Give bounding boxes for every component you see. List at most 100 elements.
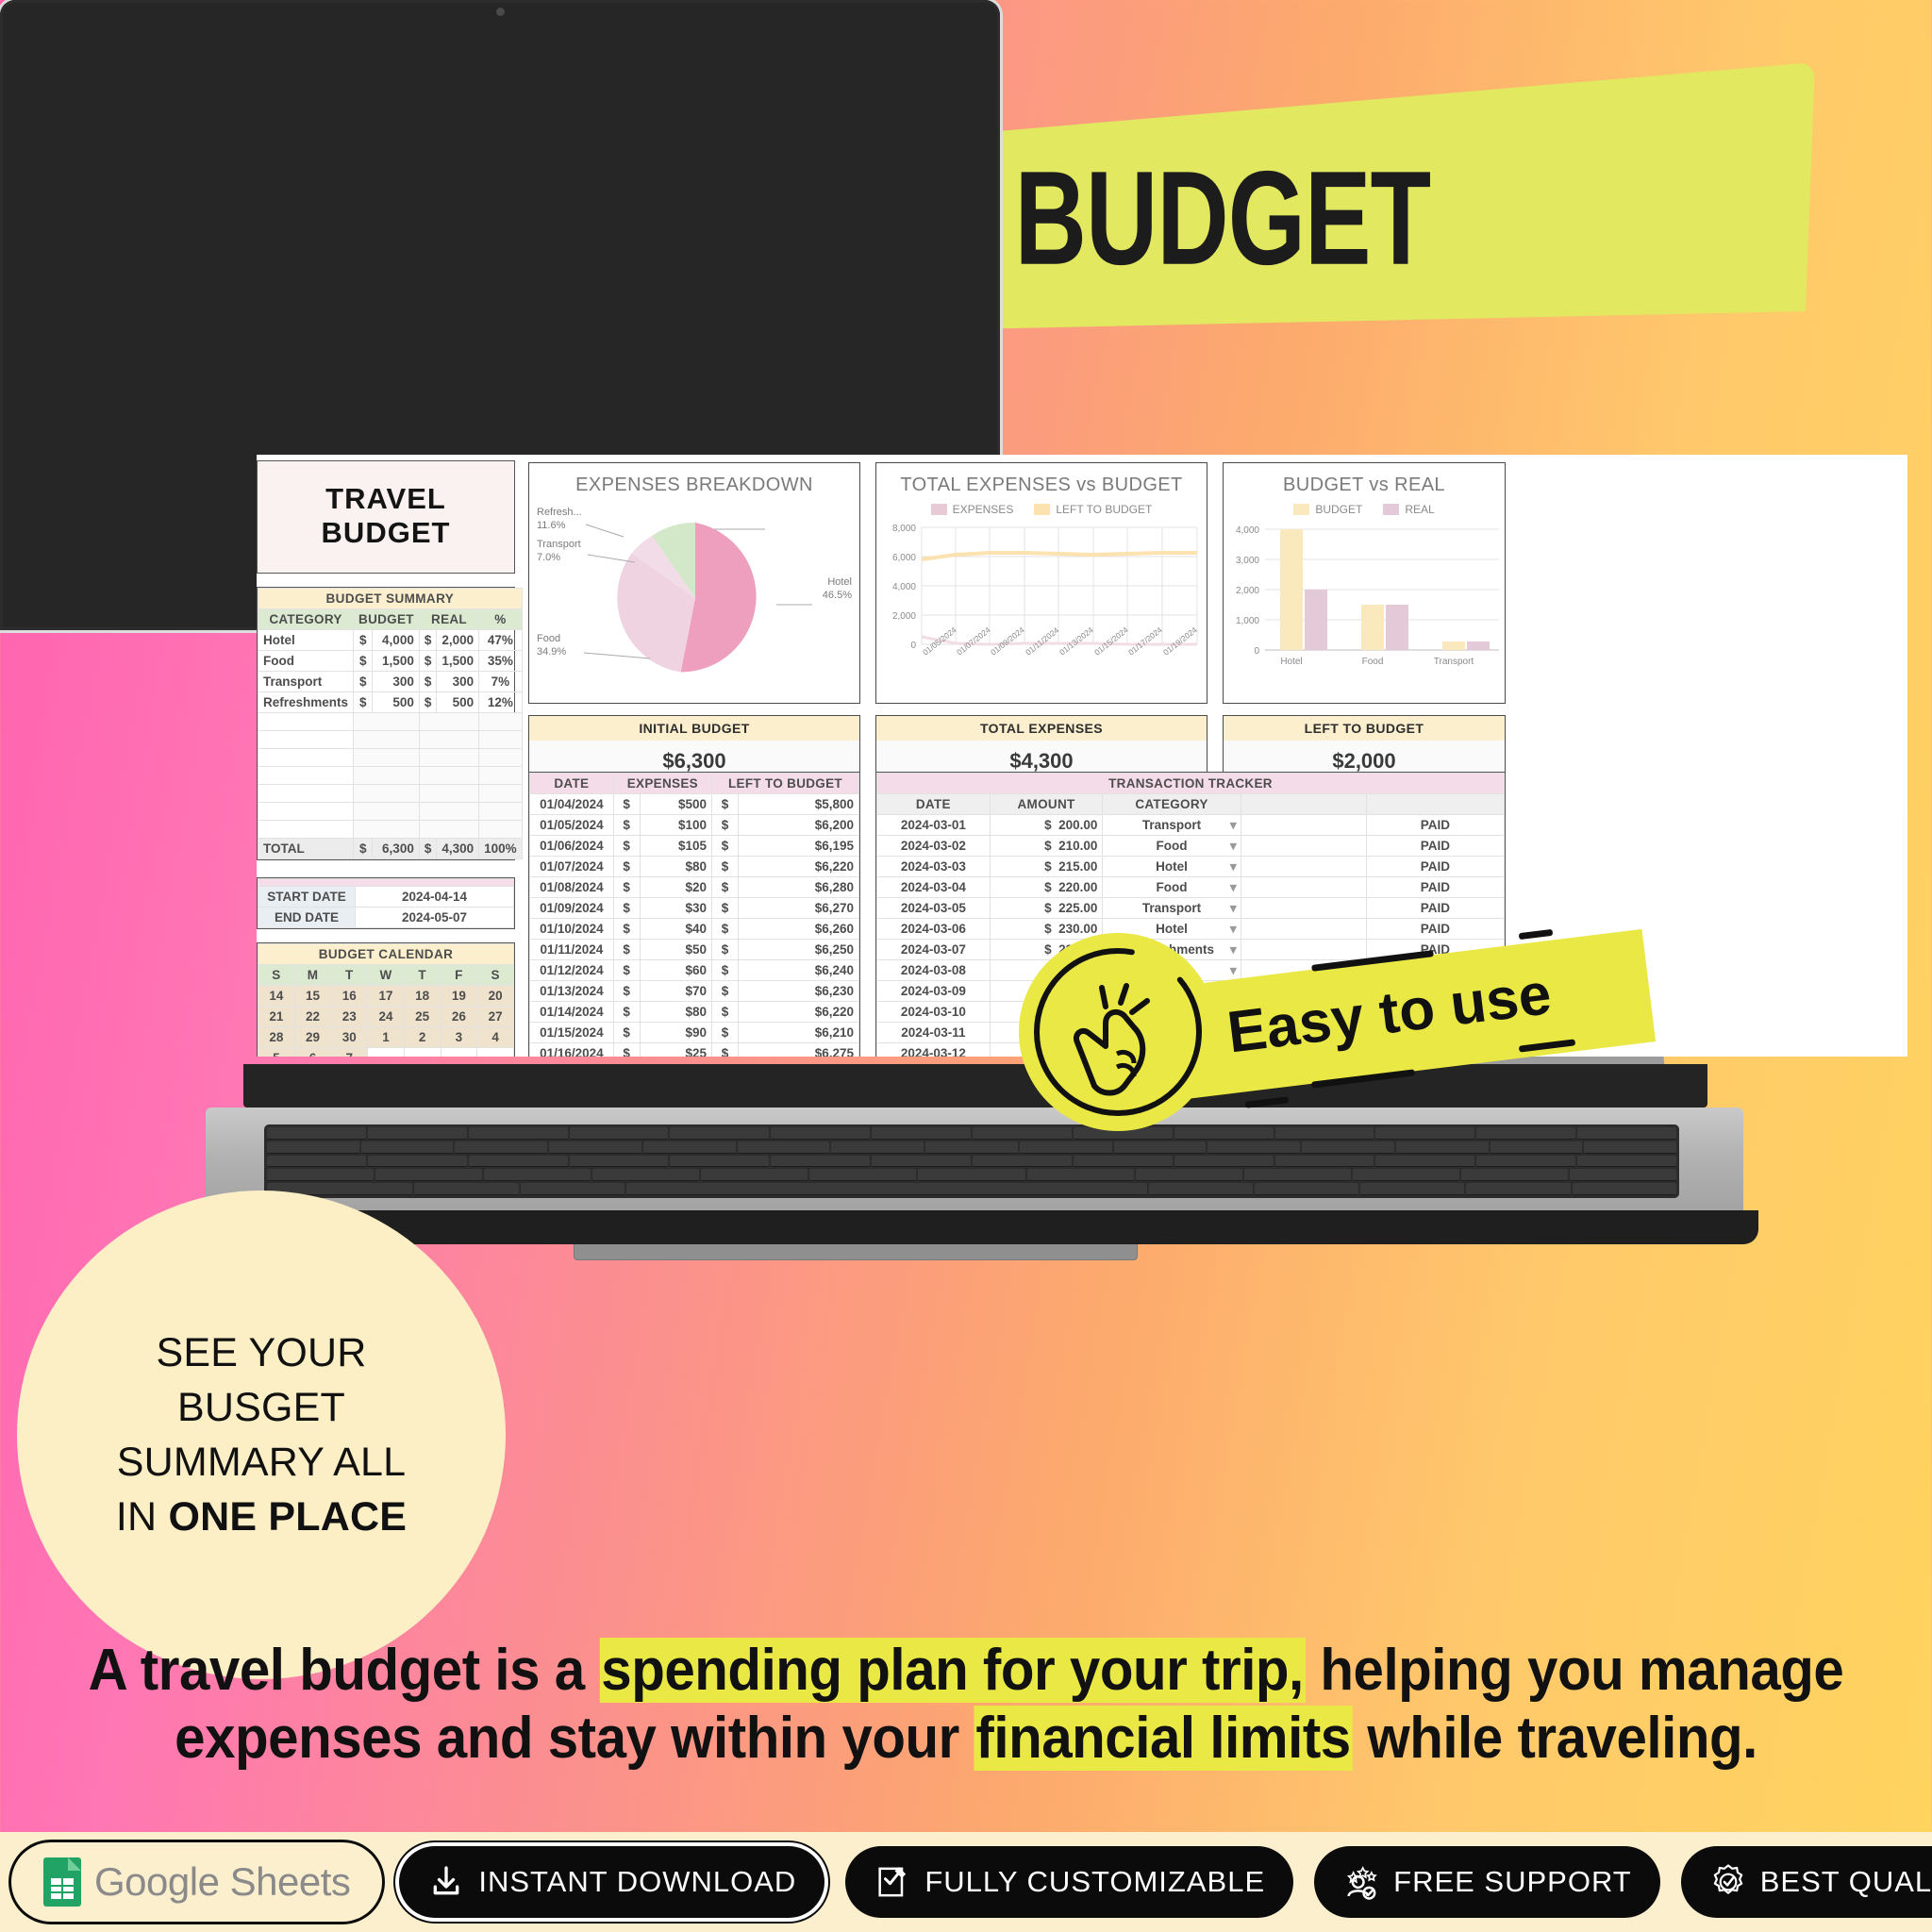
cell-real-symbol: $ [418,650,438,672]
exp-left-symbol: $ [711,1001,739,1023]
tt-amount: $ 210.00 [989,835,1104,857]
expenses-row: 01/12/2024 $ $60 $ $6,240 [529,959,860,981]
tt-category[interactable]: Food▾ [1102,835,1241,857]
best-quality-badge[interactable]: BEST QUALITY [1680,1846,1932,1918]
cell-category: Refreshments [257,691,355,713]
exp-col-date: DATE [529,773,614,794]
card-title: TOTAL EXPENSES [876,716,1207,741]
tt-category[interactable]: Hotel▾ [1102,856,1241,877]
best-quality-label: BEST QUALITY [1759,1865,1932,1898]
bar-chart-legend: BUDGET REAL [1224,503,1505,516]
click-hand-icon [1034,948,1202,1116]
calendar-day[interactable]: 6 [293,1047,332,1057]
calendar-day[interactable]: 2 [403,1026,441,1048]
instant-download-label: INSTANT DOWNLOAD [478,1865,797,1898]
calendar-day[interactable]: 16 [330,985,369,1007]
end-date-value[interactable]: 2024-05-07 [354,907,515,928]
exp-amount: $80 [639,856,713,877]
cell-real: 300 [436,671,480,692]
instant-download-badge[interactable]: INSTANT DOWNLOAD [399,1846,825,1918]
calendar-day[interactable]: 22 [293,1006,332,1027]
free-support-badge[interactable]: FREE SUPPORT [1314,1846,1660,1918]
tt-category[interactable]: Transport▾ [1102,897,1241,919]
calendar-weekday: S [476,964,514,986]
tt-category[interactable]: Food▾ [1102,876,1241,898]
calendar-day[interactable]: 4 [476,1026,514,1048]
calendar-day[interactable]: 25 [403,1006,441,1027]
keyboard-row [267,1183,1676,1195]
legend-left-to-budget: LEFT TO BUDGET [1034,503,1152,516]
exp-left-symbol: $ [711,814,739,836]
calendar-day[interactable]: 5 [258,1047,295,1057]
expenses-row: 01/16/2024 $ $25 $ $6,275 [529,1042,860,1057]
calendar-day[interactable]: 29 [293,1026,332,1048]
calendar-day[interactable]: 24 [367,1006,405,1027]
keyboard-row [267,1141,1677,1154]
calendar-day[interactable]: 3 [440,1026,478,1048]
pie-label-transport: Transport 7.0% [537,539,581,565]
legend-expenses-label: EXPENSES [952,503,1014,516]
pie-label-hotel: Hotel 46.5% [823,576,852,603]
budget-summary-header-row: CATEGORY BUDGET REAL % [257,608,523,630]
calendar-day[interactable]: 14 [258,985,295,1007]
badge-line-4-bold: ONE PLACE [168,1494,408,1541]
legend-expenses: EXPENSES [930,503,1014,516]
fully-customizable-badge[interactable]: FULLY CUSTOMIZABLE [845,1846,1294,1918]
calendar-day[interactable]: 27 [476,1006,514,1027]
card-title: INITIAL BUDGET [529,716,859,741]
budget-summary-body: Hotel $4,000 $2,000 47% Food $1,500 $1,500 35% T… [257,629,523,839]
calendar-weekday-row: SMTWTFS [258,964,514,986]
bar-chart-title: BUDGET vs REAL [1283,475,1445,495]
calendar-day[interactable]: 23 [330,1006,369,1027]
budget-calendar-panel: BUDGET CALENDAR SMTWTFS 14 15 16 17 18 19 20 21… [257,942,515,1057]
calendar-day[interactable]: 7 [330,1047,369,1057]
tt-date: 2024-03-07 [876,939,991,960]
col-pct: % [478,608,523,630]
exp-left: $6,260 [737,918,860,940]
calendar-day[interactable]: 26 [440,1006,478,1027]
exp-left-symbol: $ [711,793,739,815]
calendar-day[interactable]: 20 [476,985,514,1007]
svg-text:01/09/2024: 01/09/2024 [989,625,1026,657]
exp-amount: $90 [639,1022,713,1043]
expenses-row: 01/10/2024 $ $40 $ $6,260 [529,918,860,940]
calendar-day[interactable]: 18 [403,985,441,1007]
tt-status: PAID [1365,835,1506,857]
google-sheets-badge[interactable]: Google Sheets [15,1846,379,1918]
calendar-day[interactable]: 28 [258,1026,295,1048]
calendar-day[interactable]: 1 [367,1026,405,1048]
calendar-day[interactable]: 15 [293,985,332,1007]
calendar-empty-cell [403,1047,441,1057]
start-date-value[interactable]: 2024-04-14 [354,886,515,908]
calendar-day[interactable]: 30 [330,1026,369,1048]
cell-pct: 35% [478,650,523,672]
dates-band [258,878,514,887]
tt-blank [1240,876,1367,898]
exp-amount: $80 [639,1001,713,1023]
calendar-day[interactable]: 21 [258,1006,295,1027]
calendar-day[interactable]: 19 [440,985,478,1007]
tt-date: 2024-03-12 [876,1042,991,1057]
exp-date: 01/16/2024 [529,1042,614,1057]
tt-date: 2024-03-01 [876,814,991,836]
svg-text:01/05/2024: 01/05/2024 [921,625,958,657]
exp-symbol: $ [612,814,641,836]
calendar-weekday: T [330,964,369,986]
pie-label-food: Food 34.9% [537,633,566,659]
download-icon [434,1866,459,1895]
tt-blank [1240,856,1367,877]
cell-budget: 1,500 [372,650,420,672]
tt-category[interactable]: Transport▾ [1102,814,1241,836]
pie-label-refreshments-value: 11.6% [537,519,566,531]
exp-left: $6,275 [737,1042,860,1057]
svg-text:Hotel: Hotel [1280,657,1302,667]
calendar-day[interactable]: 17 [367,985,405,1007]
calendar-body: 1415161718192021222324252627282930123456… [258,985,514,1057]
tt-date: 2024-03-09 [876,980,991,1002]
tagline-part-3: while traveling. [1352,1705,1757,1771]
chevron-down-icon: ▾ [1229,839,1237,853]
card-title: LEFT TO BUDGET [1224,716,1505,741]
start-date-label: START DATE [258,886,356,908]
svg-text:4,000: 4,000 [892,582,916,592]
legend-budget: BUDGET [1293,503,1362,516]
